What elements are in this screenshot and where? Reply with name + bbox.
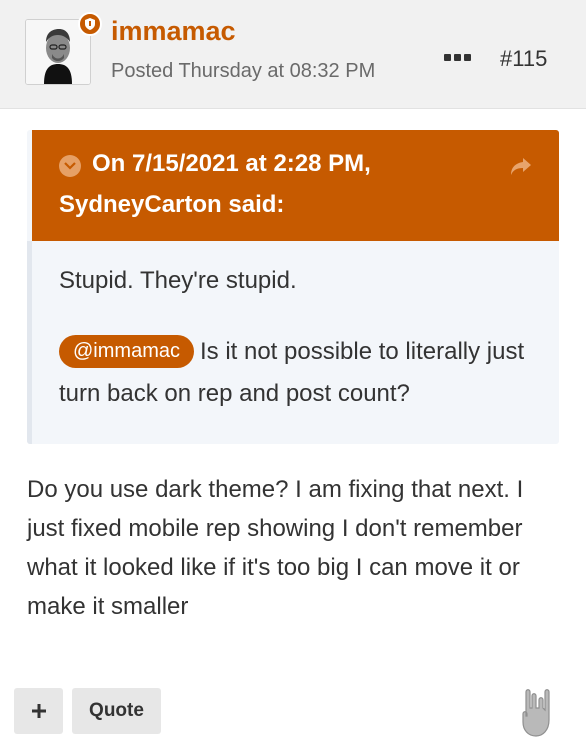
quote-citation-author: SydneyCarton said: [59,191,285,218]
shield-icon [78,12,102,36]
quote-citation-date: On 7/15/2021 at 2:28 PM, [92,150,371,177]
chevron-down-icon[interactable] [59,155,81,177]
more-options-icon[interactable] [444,47,474,67]
share-arrow-icon[interactable] [510,156,532,181]
post-content: Do you use dark theme? I am fixing that … [27,476,524,620]
username-link[interactable]: immamac [111,16,236,47]
add-reply-button[interactable] [14,688,63,734]
quote-body: Stupid. They're stupid. @immamac Is it no… [59,265,549,415]
quote-paragraph: Stupid. They're stupid. [59,267,297,294]
quote-side-bar [27,241,32,444]
post-header: immamac Posted Thursday at 08:32 PM #115 [0,0,586,109]
user-mention[interactable]: @immamac [59,335,194,368]
plus-icon [31,704,46,718]
reaction-icon[interactable] [518,686,556,738]
quote-header[interactable]: On 7/15/2021 at 2:28 PM, SydneyCarton sa… [32,130,559,241]
post-date[interactable]: Posted Thursday at 08:32 PM [111,60,375,83]
quote-paragraph: @immamac Is it not possible to literally … [59,331,549,415]
quote-block: On 7/15/2021 at 2:28 PM, SydneyCarton sa… [27,130,559,444]
quote-button[interactable]: Quote [72,688,161,734]
post-number[interactable]: #115 [500,46,547,72]
